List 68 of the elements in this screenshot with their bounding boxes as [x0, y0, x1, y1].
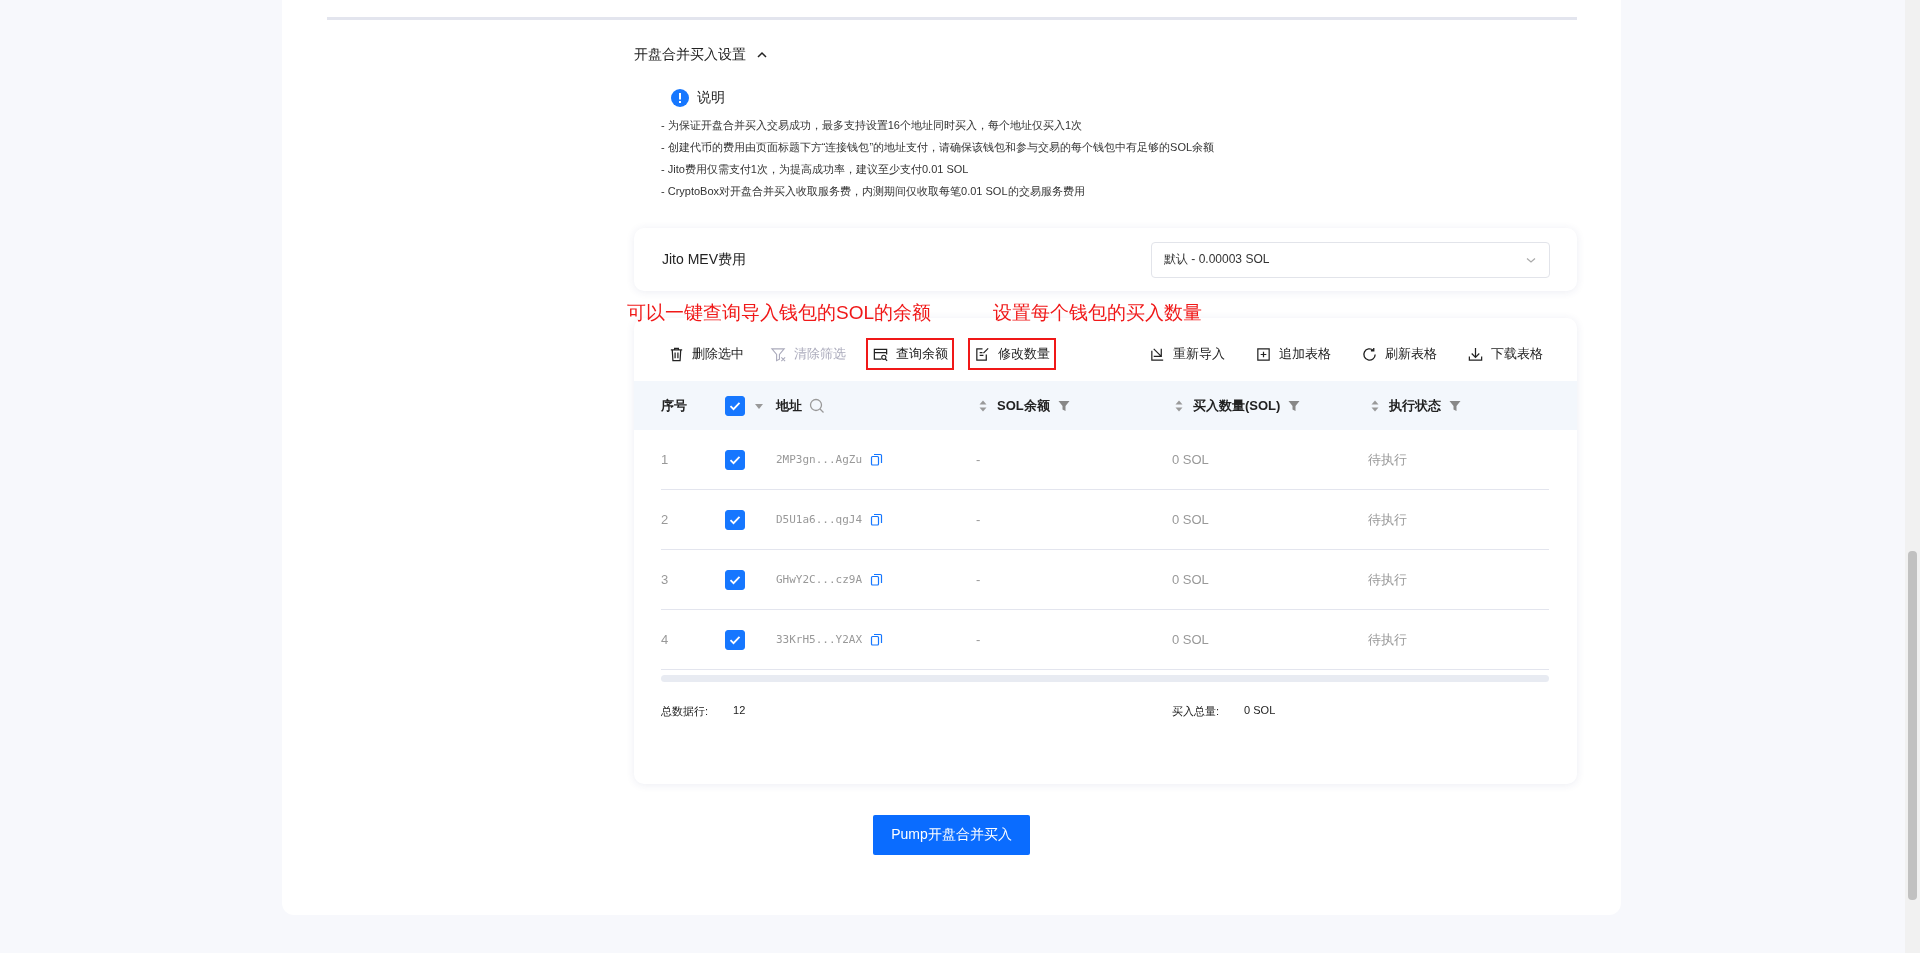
- notice-text: - Jito费用仅需支付1次，为提高成功率，建议至少支付0.01 SOL: [661, 162, 970, 177]
- column-header: SOL余额: [997, 396, 1050, 415]
- annotation-text: 设置每个钱包的买入数量: [993, 301, 1202, 325]
- copy-icon[interactable]: [870, 633, 884, 646]
- toolbar-button[interactable]: 下载表格: [1461, 338, 1549, 370]
- table-cell-text: 0 SOL: [1172, 512, 1210, 527]
- notice-title: 说明: [697, 89, 725, 107]
- table-cell-text: -: [976, 572, 982, 587]
- toolbar-button[interactable]: 修改数量: [968, 338, 1056, 370]
- toolbar-button[interactable]: 删除选中: [662, 338, 750, 370]
- toolbar-button[interactable]: 查询余额: [866, 338, 954, 370]
- toolbar-button[interactable]: 刷新表格: [1355, 338, 1443, 370]
- address-text: 33KrH5...Y2AX: [776, 633, 863, 646]
- toolbar-button[interactable]: 重新导入: [1143, 338, 1231, 370]
- table-cell-text: 0 SOL: [1172, 452, 1210, 467]
- edit-icon: [974, 345, 991, 363]
- column-header: 序号: [661, 396, 688, 415]
- filter-icon[interactable]: [1448, 398, 1462, 413]
- column-header: 执行状态: [1389, 396, 1441, 415]
- table-cell-text: 待执行: [1368, 630, 1408, 649]
- table-cell-text: 1: [661, 452, 670, 467]
- refresh-icon: [1361, 345, 1378, 363]
- checkbox[interactable]: [725, 569, 745, 590]
- address-text: GHwY2C...cz9A: [776, 573, 863, 586]
- checkbox[interactable]: [725, 395, 745, 416]
- checkbox[interactable]: [725, 629, 745, 650]
- table-cell-text: 2: [661, 512, 670, 527]
- table-cell-text: 3: [661, 572, 670, 587]
- column-header: 买入数量(SOL): [1193, 396, 1281, 415]
- filter-icon[interactable]: [1056, 398, 1071, 413]
- toolbar-button[interactable]: 追加表格: [1249, 338, 1337, 370]
- table-cell-text: 待执行: [1368, 510, 1408, 529]
- table-cell-text: -: [976, 512, 982, 527]
- fee-label: Jito MEV费用: [662, 250, 746, 269]
- info-icon: [671, 89, 689, 107]
- table-cell-text: -: [976, 632, 982, 647]
- table-cell-text: 待执行: [1368, 450, 1408, 469]
- filter-clear-icon: [770, 345, 787, 363]
- filter-icon[interactable]: [1287, 398, 1302, 413]
- summary-value: 12: [733, 704, 746, 718]
- annotation-text: 可以一键查询导入钱包的SOL的余额: [627, 301, 932, 325]
- download-icon: [1467, 345, 1484, 363]
- checkbox[interactable]: [725, 449, 745, 470]
- search-icon[interactable]: [809, 397, 825, 414]
- trash-icon: [668, 345, 685, 363]
- copy-icon[interactable]: [870, 453, 884, 466]
- copy-icon[interactable]: [870, 513, 884, 526]
- scrollbar[interactable]: [1905, 0, 1920, 953]
- table-cell-text: 4: [661, 632, 670, 647]
- address-text: 2MP3gn...AgZu: [776, 453, 863, 466]
- summary-label: 总数据行:: [661, 704, 709, 719]
- section-title: 开盘合并买入设置: [634, 46, 746, 64]
- copy-icon[interactable]: [870, 573, 884, 586]
- summary-label: 买入总量:: [1172, 704, 1220, 719]
- table-cell-text: -: [976, 452, 982, 467]
- scrollbar-thumb[interactable]: [1908, 551, 1917, 900]
- notice-text: - CryptoBox对开盘合并买入收取服务费，内测期间仅收取每笔0.01 SOL的交易服务费用: [661, 184, 1086, 199]
- summary-value: 0 SOL: [1244, 704, 1276, 718]
- table-cell-text: 0 SOL: [1172, 572, 1210, 587]
- column-header: 地址: [776, 396, 802, 415]
- address-text: D5U1a6...qgJ4: [776, 513, 863, 526]
- notice-text: - 创建代币的费用由页面标题下方“连接钱包”的地址支付，请确保该钱包和参与交易的每个钱包中有足够的SOL余额: [661, 140, 1216, 155]
- fee-select[interactable]: 默认 - 0.00003 SOL: [1151, 241, 1550, 278]
- table-cell-text: 0 SOL: [1172, 632, 1210, 647]
- table-cell-text: 待执行: [1368, 570, 1408, 589]
- notice-text: - 为保证开盘合并买入交易成功，最多支持设置16个地址同时买入，每个地址仅买入1次: [661, 118, 1084, 133]
- checkbox[interactable]: [725, 509, 745, 530]
- submit-button[interactable]: Pump开盘合并买入: [873, 815, 1030, 855]
